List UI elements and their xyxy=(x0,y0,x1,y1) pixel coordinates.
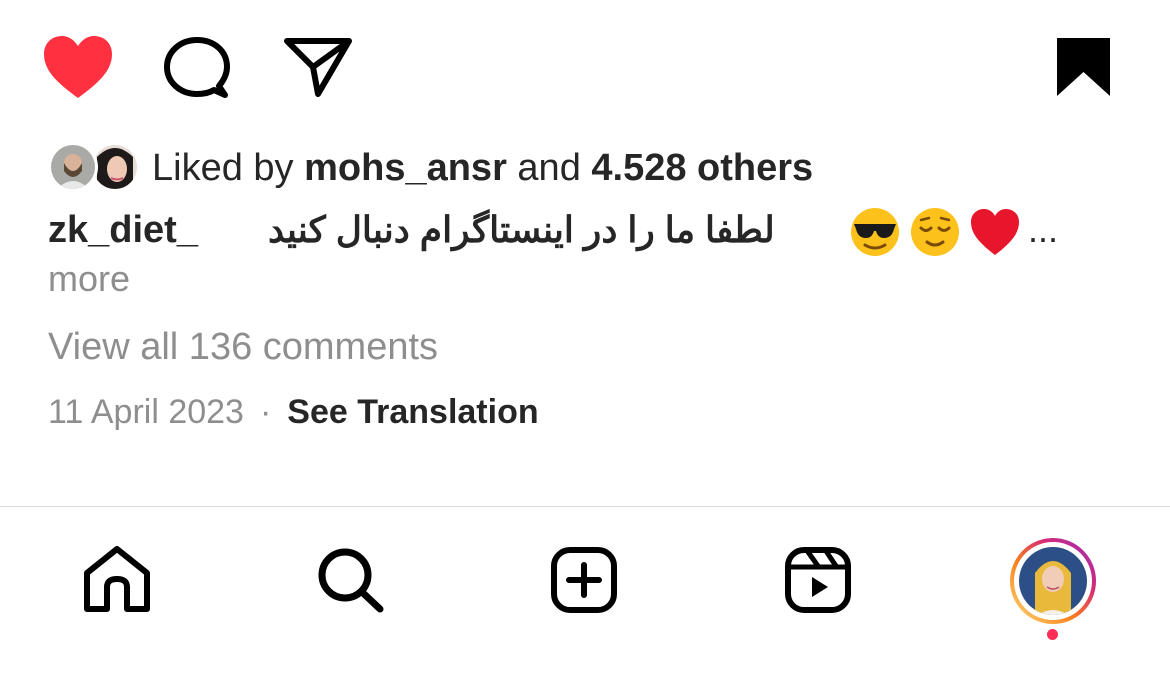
red-heart-emoji xyxy=(971,209,1019,255)
post-caption: zk_diet_ لطفا ما را در اینستاگرام دنبال … xyxy=(48,205,1128,265)
post-action-bar xyxy=(0,0,1170,135)
liked-by-text: Liked by mohs_ansr and 4.528 others xyxy=(152,147,813,190)
reels-icon[interactable] xyxy=(784,547,854,613)
post-date: 11 April 2023 xyxy=(48,393,244,431)
search-icon[interactable] xyxy=(316,546,386,614)
sunglasses-face-emoji xyxy=(851,208,899,256)
liker-avatars xyxy=(48,140,146,196)
meta-separator: · xyxy=(259,393,272,431)
bottom-tab-bar xyxy=(0,507,1170,685)
liked-by-row[interactable]: Liked by mohs_ansr and 4.528 others xyxy=(48,140,813,196)
caption-text: لطفا ما را در اینستاگرام دنبال کنید xyxy=(268,209,775,250)
home-icon[interactable] xyxy=(82,545,152,613)
caption-ellipsis: ... xyxy=(1028,209,1059,250)
profile-avatar[interactable] xyxy=(1009,537,1097,625)
liker-avatar-1 xyxy=(48,142,98,192)
comment-bubble-icon[interactable] xyxy=(163,36,231,100)
bookmark-filled-icon[interactable] xyxy=(1055,36,1112,98)
liked-by-prefix: Liked by xyxy=(152,146,294,189)
caption-more-link[interactable]: more xyxy=(48,258,130,300)
post-meta: 11 April 2023 · See Translation xyxy=(48,393,539,432)
heart-filled-icon[interactable] xyxy=(42,34,114,100)
paper-plane-icon[interactable] xyxy=(283,36,353,98)
view-all-comments-link[interactable]: View all 136 comments xyxy=(48,326,438,369)
profile-notification-dot xyxy=(1047,629,1058,640)
create-post-icon[interactable] xyxy=(550,547,620,613)
liked-by-conjunction: and xyxy=(517,146,581,189)
liker-username-link[interactable]: mohs_ansr xyxy=(304,147,507,189)
relieved-face-emoji xyxy=(911,208,959,256)
other-likers-link[interactable]: 4.528 others xyxy=(591,147,813,189)
caption-username-link[interactable]: zk_diet_ xyxy=(48,209,198,252)
see-translation-link[interactable]: See Translation xyxy=(287,393,538,432)
